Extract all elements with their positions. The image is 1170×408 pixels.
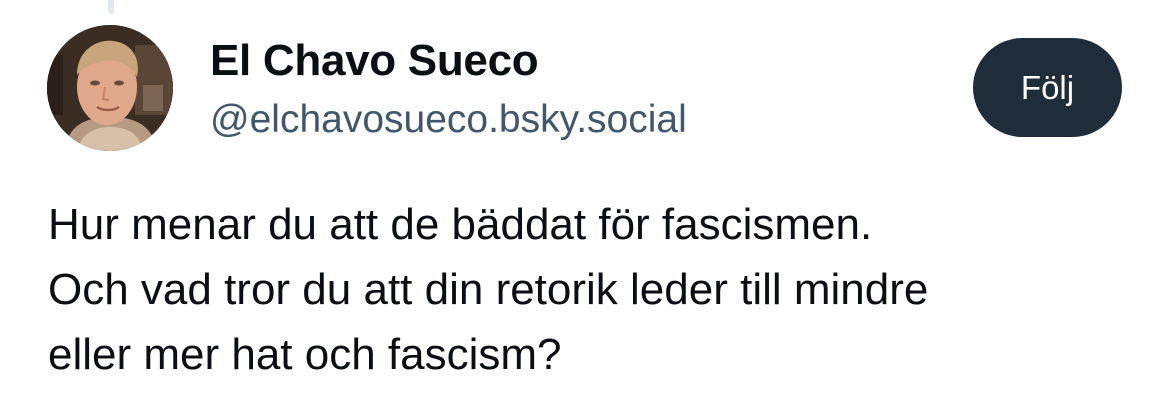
post-text: Hur menar du att de bäddat för fascismen… (48, 192, 1148, 387)
thread-connector-line (108, 0, 114, 14)
avatar[interactable] (47, 25, 173, 151)
post-text-line: Hur menar du att de bäddat för fascismen… (48, 200, 873, 249)
follow-button[interactable]: Följ (973, 38, 1122, 137)
author-handle[interactable]: @elchavosueco.bsky.social (210, 97, 687, 143)
post-text-line: eller mer hat och fascism? (48, 330, 562, 379)
author-display-name[interactable]: El Chavo Sueco (210, 35, 539, 87)
profile-photo-icon (47, 25, 173, 151)
post-text-line: Och vad tror du att din retorik leder ti… (48, 265, 929, 314)
